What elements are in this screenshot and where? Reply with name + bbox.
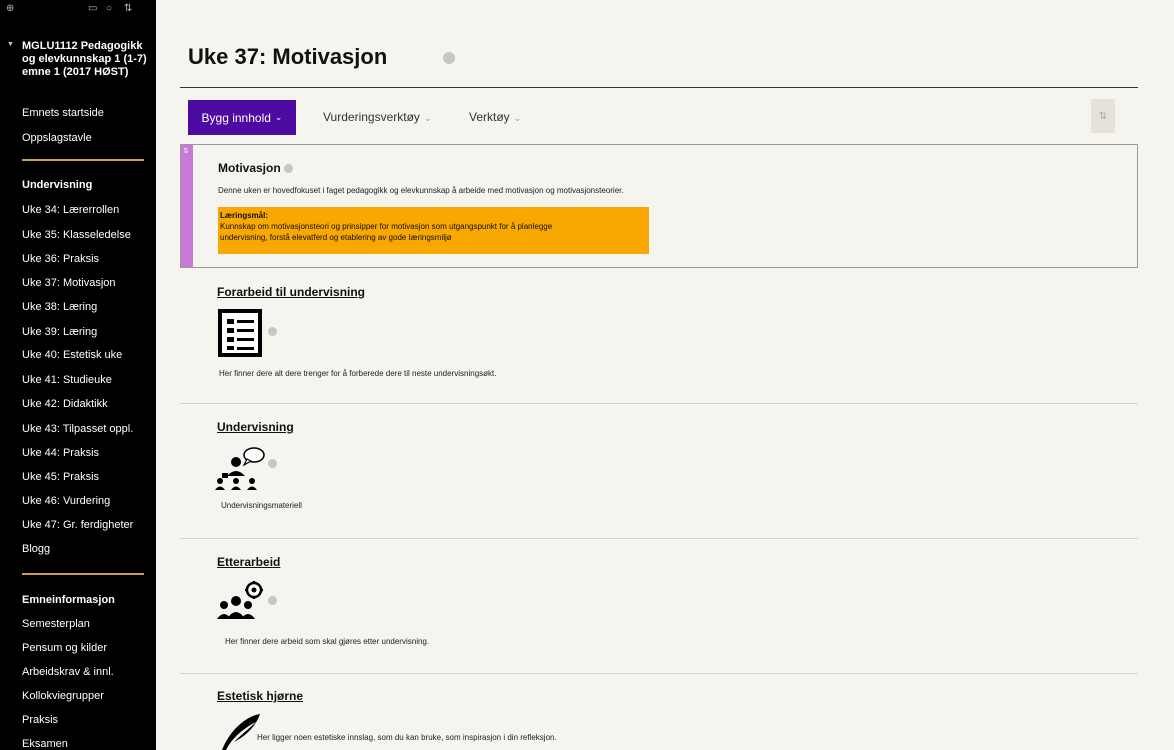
item-options-chevron-icon[interactable]: [283, 164, 293, 174]
lecture-icon[interactable]: [214, 446, 266, 492]
collapse-caret-icon[interactable]: ▼: [7, 41, 14, 48]
tools-label: Verktøy: [469, 110, 510, 124]
learning-goal-box: Læringsmål: Kunnskap om motivasjonsteori…: [218, 207, 649, 254]
group-work-icon[interactable]: [216, 581, 268, 621]
title-divider: [180, 87, 1138, 88]
aesthetic-corner-link[interactable]: Estetisk hjørne: [217, 689, 303, 703]
menu-toolbar: ⊕ ▭ ○ ⇅: [0, 3, 156, 17]
page-title: Uke 37: Motivasjon: [188, 44, 388, 69]
chevron-down-icon: ⌄: [513, 113, 522, 123]
afterwork-link[interactable]: Etterarbeid: [217, 555, 280, 569]
prework-description: Her finner dere alt dere trenger for å f…: [219, 369, 497, 378]
assessment-tools-label: Vurderingsverktøy: [323, 110, 420, 124]
chevron-down-icon: ⌄: [423, 113, 432, 123]
nav-blog[interactable]: Blogg: [22, 543, 50, 555]
item-divider: [180, 673, 1138, 674]
item-accent-bar[interactable]: ⇅: [181, 145, 193, 267]
nav-semester-plan[interactable]: Semesterplan: [22, 618, 90, 630]
course-title[interactable]: MGLU1112 Pedagogikk og elevkunnskap 1 (1…: [22, 40, 148, 79]
nav-practice[interactable]: Praksis: [22, 714, 58, 726]
item-title-text[interactable]: Motivasjon: [218, 161, 281, 175]
item-divider: [180, 538, 1138, 539]
checklist-icon[interactable]: [218, 309, 262, 357]
nav-week-35[interactable]: Uke 35: Klasseledelse: [22, 229, 131, 241]
refresh-icon[interactable]: ○: [106, 3, 112, 14]
nav-week-38[interactable]: Uke 38: Læring: [22, 301, 97, 313]
nav-week-47[interactable]: Uke 47: Gr. ferdigheter: [22, 519, 133, 531]
course-menu: ⊕ ▭ ○ ⇅ ▼ MGLU1112 Pedagogikk og elevkun…: [0, 0, 156, 750]
nav-divider: [22, 159, 144, 161]
item-options-chevron-icon[interactable]: [268, 459, 277, 468]
reorder-items-button[interactable]: ⇅: [1091, 99, 1115, 133]
nav-course-home[interactable]: Emnets startside: [22, 107, 104, 119]
nav-divider: [22, 573, 144, 575]
aesthetic-description: Her ligger noen estetiske innslag, som d…: [257, 733, 557, 742]
build-content-button[interactable]: Bygg innhold ⌄: [188, 100, 296, 135]
nav-section-teaching: Undervisning: [22, 179, 93, 191]
nav-week-42[interactable]: Uke 42: Didaktikk: [22, 398, 108, 410]
assessment-tools-menu[interactable]: Vurderingsverktøy ⌄: [323, 110, 431, 124]
nav-week-43[interactable]: Uke 43: Tilpasset oppl.: [22, 423, 133, 435]
folder-icon[interactable]: ▭: [88, 3, 97, 14]
item-divider: [180, 403, 1138, 404]
nav-study-groups[interactable]: Kollokviegrupper: [22, 690, 104, 702]
reorder-icon[interactable]: ⇅: [124, 3, 132, 14]
item-options-chevron-icon[interactable]: [268, 596, 277, 605]
nav-week-45[interactable]: Uke 45: Praksis: [22, 471, 99, 483]
teaching-description: Undervisningsmateriell: [221, 501, 302, 510]
tools-menu[interactable]: Verktøy ⌄: [469, 110, 521, 124]
nav-week-41[interactable]: Uke 41: Studieuke: [22, 374, 112, 386]
item-description: Denne uken er hovedfokuset i faget pedag…: [218, 186, 624, 195]
nav-week-40[interactable]: Uke 40: Estetisk uke: [22, 349, 122, 361]
feather-quill-icon[interactable]: [216, 712, 266, 750]
learning-goal-heading: Læringsmål:: [220, 211, 269, 220]
learning-goal-line-1: Kunnskap om motivasjonsteori og prinsipp…: [220, 222, 553, 231]
nav-bulletin-board[interactable]: Oppslagstavle: [22, 132, 92, 144]
item-title-motivation: Motivasjon: [218, 161, 293, 175]
teaching-link[interactable]: Undervisning: [217, 420, 294, 434]
nav-week-36[interactable]: Uke 36: Praksis: [22, 253, 99, 265]
nav-assignments[interactable]: Arbeidskrav & innl.: [22, 666, 114, 678]
reorder-arrows-icon: ⇅: [1098, 110, 1108, 122]
item-options-chevron-icon[interactable]: [268, 327, 277, 336]
build-content-label: Bygg innhold: [201, 110, 271, 125]
nav-week-34[interactable]: Uke 34: Lærerrollen: [22, 204, 119, 216]
nav-section-course-info: Emneinformasjon: [22, 594, 115, 606]
afterwork-description: Her finner dere arbeid som skal gjøres e…: [225, 637, 430, 646]
prework-link[interactable]: Forarbeid til undervisning: [217, 285, 365, 299]
drag-handle-icon[interactable]: ⇅: [183, 147, 189, 155]
nav-week-44[interactable]: Uke 44: Praksis: [22, 447, 99, 459]
learning-goal-line-2: undervisning, forstå elevatferd og etabl…: [220, 233, 452, 242]
nav-exam[interactable]: Eksamen: [22, 738, 68, 750]
nav-week-39[interactable]: Uke 39: Læring: [22, 326, 97, 338]
content-item-motivation: ⇅ Motivasjon Denne uken er hovedfokuset …: [180, 144, 1138, 268]
nav-week-37[interactable]: Uke 37: Motivasjon: [22, 277, 116, 289]
nav-curriculum[interactable]: Pensum og kilder: [22, 642, 107, 654]
add-menu-item-icon[interactable]: ⊕: [6, 3, 14, 14]
chevron-down-icon: ⌄: [274, 112, 283, 122]
nav-week-46[interactable]: Uke 46: Vurdering: [22, 495, 110, 507]
title-options-chevron-icon[interactable]: [443, 52, 455, 64]
